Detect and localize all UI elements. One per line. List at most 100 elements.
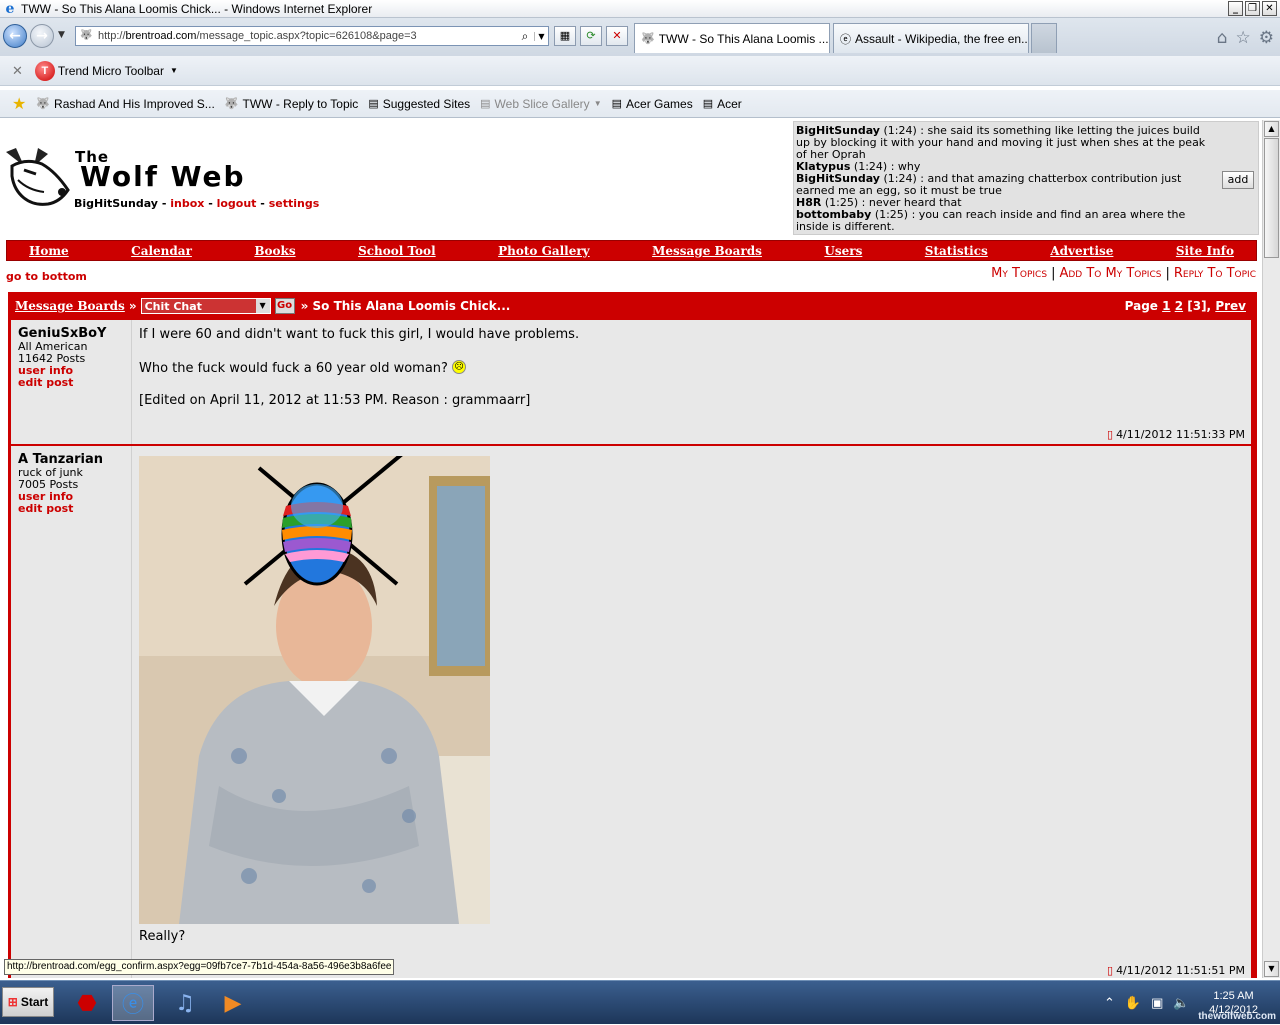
chat-message: bottombaby (1:25) : you can reach inside… — [796, 209, 1216, 233]
page-icon: ▤ — [368, 98, 379, 110]
start-button[interactable]: ⊞ Start — [2, 987, 54, 1017]
topic-board: Message Boards » Chit Chat ▼ Go » So This… — [8, 292, 1257, 978]
settings-link[interactable]: settings — [269, 197, 320, 210]
volume-icon[interactable]: 🔈 — [1173, 995, 1189, 1011]
favorites-add-icon[interactable]: ★ — [12, 94, 26, 114]
post-timestamp: ▯ 4/11/2012 11:51:51 PM — [1107, 964, 1245, 977]
address-bar[interactable]: 🐺 http://brentroad.com/message_topic.asp… — [75, 26, 549, 46]
page-1-link[interactable]: 1 — [1162, 299, 1170, 313]
close-toolbar-icon[interactable]: ✕ — [12, 63, 23, 79]
tray-app-icon[interactable]: ✋ — [1125, 995, 1141, 1011]
username: BigHitSunday — [74, 197, 158, 210]
board-header: Message Boards » Chit Chat ▼ Go » So This… — [15, 298, 1246, 314]
board-select[interactable]: Chit Chat ▼ — [140, 298, 271, 314]
chatterbox-messages: BigHitSunday (1:24) : she said its somet… — [796, 125, 1216, 233]
page-2-link[interactable]: 2 — [1175, 299, 1183, 313]
nav-school-tool[interactable]: School Tool — [358, 244, 436, 258]
scroll-thumb[interactable] — [1264, 138, 1279, 258]
page-icon: ▤ — [611, 98, 623, 110]
favorite-item[interactable]: 🐺 TWW - Reply to Topic — [225, 97, 359, 111]
nav-message-boards[interactable]: Message Boards — [652, 244, 762, 258]
my-topics-link[interactable]: My Topics — [991, 266, 1047, 281]
nav-books[interactable]: Books — [254, 244, 295, 258]
nav-site-info[interactable]: Site Info — [1176, 244, 1234, 258]
status-url-tooltip: http://brentroad.com/egg_confirm.aspx?eg… — [4, 959, 395, 975]
nav-advertise[interactable]: Advertise — [1050, 244, 1113, 258]
recent-pages-dropdown[interactable]: ▼ — [58, 30, 65, 40]
wolf-favicon-icon: 🐺 — [36, 98, 51, 110]
back-button[interactable]: ← — [3, 24, 27, 48]
vertical-scrollbar[interactable]: ▲ ▼ — [1262, 120, 1280, 978]
minimize-button[interactable]: _ — [1228, 1, 1243, 16]
go-button[interactable]: Go — [274, 298, 295, 314]
logout-link[interactable]: logout — [217, 197, 257, 210]
stop-button[interactable]: ✕ — [606, 26, 628, 46]
author-name[interactable]: A Tanzarian — [18, 452, 131, 467]
post-author: GeniuSxBoY All American 11642 Posts user… — [11, 320, 132, 444]
post-text: If I were 60 and didn't want to fuck thi… — [139, 327, 580, 342]
site-favicon-icon: 🐺 — [80, 30, 93, 41]
chat-add-button[interactable]: add — [1222, 171, 1254, 189]
trend-micro-logo-icon: T — [34, 60, 55, 81]
refresh-button[interactable]: ⟳ — [580, 26, 602, 46]
new-tab-button[interactable] — [1031, 23, 1057, 53]
go-to-bottom-link[interactable]: go to bottom — [6, 270, 87, 283]
nav-photo-gallery[interactable]: Photo Gallery — [498, 244, 590, 258]
trend-micro-label[interactable]: Trend Micro Toolbar — [58, 64, 164, 78]
scroll-up-icon[interactable]: ▲ — [1264, 121, 1279, 137]
message-boards-link[interactable]: Message Boards — [15, 299, 125, 313]
window-title-bar: e TWW - So This Alana Loomis Chick... - … — [0, 0, 1280, 18]
nav-calendar[interactable]: Calendar — [131, 244, 192, 258]
tab-wikipedia[interactable]: ⓔ Assault - Wikipedia, the free en... — [833, 23, 1029, 53]
post-text: Who the fuck would fuck a 60 year old wo… — [139, 360, 579, 377]
nav-statistics[interactable]: Statistics — [925, 244, 988, 258]
favorite-item[interactable]: 🐺 Rashad And His Improved S... — [36, 97, 214, 111]
forward-button[interactable]: → — [30, 24, 54, 48]
main-navigation: Home Calendar Books School Tool Photo Galler… — [6, 240, 1257, 261]
scroll-down-icon[interactable]: ▼ — [1264, 961, 1279, 977]
current-page: [3], — [1187, 299, 1212, 313]
chat-message: BigHitSunday (1:24) : and that amazing c… — [796, 173, 1216, 197]
window-title: TWW - So This Alana Loomis Chick... - Wi… — [21, 1, 373, 16]
prev-page-link[interactable]: Prev — [1215, 299, 1246, 313]
address-dropdown-icon[interactable]: ▼ — [534, 31, 548, 41]
edit-post-link[interactable]: edit post — [18, 377, 131, 389]
internet-explorer-icon[interactable]: ⓔ — [112, 985, 154, 1021]
page-icon: ▤ — [702, 98, 714, 110]
nav-users[interactable]: Users — [824, 244, 862, 258]
acrobat-icon[interactable]: ⬣ — [66, 985, 108, 1021]
inbox-link[interactable]: inbox — [170, 197, 204, 210]
address-url[interactable]: http://brentroad.com/message_topic.aspx?… — [98, 30, 516, 42]
media-player-icon[interactable]: ▶ — [212, 985, 254, 1021]
reply-to-topic-link[interactable]: Reply To Topic — [1174, 266, 1256, 281]
itunes-icon[interactable]: ♫ — [164, 985, 206, 1021]
favorites-bar: ★ 🐺 Rashad And His Improved S... 🐺 TWW - R… — [0, 90, 1280, 118]
search-icon[interactable]: ⌕ — [516, 29, 534, 44]
show-hidden-icons-icon[interactable]: ⌃ — [1104, 995, 1115, 1011]
trend-micro-toolbar: ✕ T Trend Micro Toolbar ▼ — [0, 56, 1280, 86]
restore-button[interactable]: ❐ — [1245, 1, 1260, 16]
system-tray: ⌃ ✋ ▣ 🔈 1:25 AM 4/12/2012 thewolfweb.com — [1100, 981, 1280, 1025]
nav-home[interactable]: Home — [29, 244, 69, 258]
add-to-my-topics-link[interactable]: Add To My Topics — [1059, 266, 1161, 281]
post-text: Really? — [139, 929, 186, 944]
network-icon[interactable]: ▣ — [1151, 995, 1163, 1011]
tools-gear-icon[interactable]: ⚙ — [1259, 28, 1274, 48]
compatibility-view-button[interactable]: ▦ — [554, 26, 576, 46]
chevron-down-icon: ▼ — [593, 99, 602, 108]
favorite-item[interactable]: ▤ Suggested Sites — [368, 97, 470, 111]
post: A Tanzarian ruck of junk 7005 Posts user… — [11, 446, 1251, 978]
home-icon[interactable]: ⌂ — [1217, 28, 1228, 48]
favorite-item[interactable]: ▤ Acer — [703, 97, 742, 111]
favorite-item[interactable]: ▤ Acer Games — [612, 97, 693, 111]
post-icon: ▯ — [1107, 428, 1114, 441]
chevron-down-icon[interactable]: ▼ — [170, 66, 178, 75]
tab-tww[interactable]: 🐺 TWW - So This Alana Loomis ... ✕ — [634, 23, 830, 53]
favorites-star-icon[interactable]: ☆ — [1236, 28, 1251, 48]
favorite-item[interactable]: ▤ Web Slice Gallery ▼ — [480, 97, 601, 111]
edit-post-link[interactable]: edit post — [18, 503, 131, 515]
pagination: Page 1 2 [3], Prev — [1124, 299, 1246, 313]
author-name[interactable]: GeniuSxBoY — [18, 326, 131, 341]
post-author: A Tanzarian ruck of junk 7005 Posts user… — [11, 446, 132, 978]
close-window-button[interactable]: ✕ — [1262, 1, 1277, 16]
